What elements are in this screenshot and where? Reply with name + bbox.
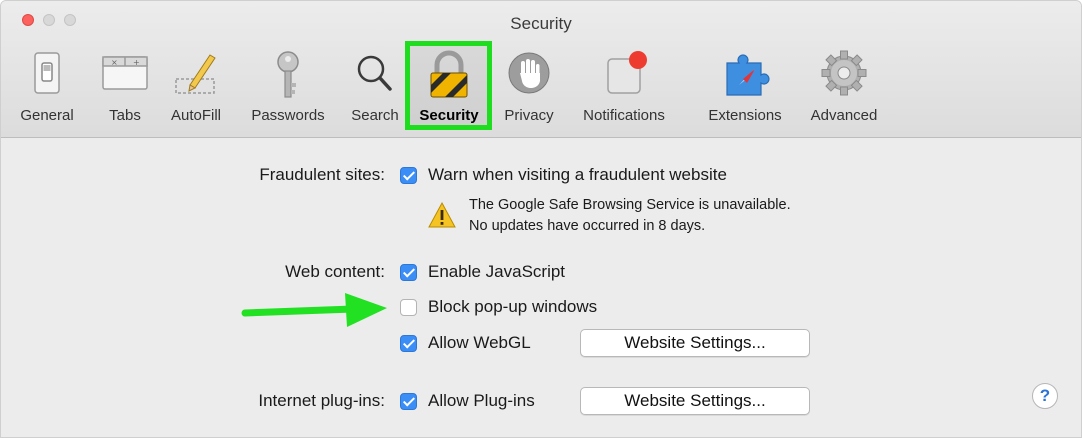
- allow-webgl-label[interactable]: Allow WebGL: [428, 333, 531, 353]
- tab-tabs[interactable]: × + Tabs: [100, 45, 150, 129]
- internet-plugins-label: Internet plug-ins:: [258, 391, 385, 410]
- hand-stop-icon: [508, 52, 550, 94]
- tab-privacy-label: Privacy: [504, 107, 554, 124]
- tab-passwords[interactable]: Passwords: [238, 45, 338, 129]
- tab-autofill[interactable]: AutoFill: [159, 45, 233, 129]
- safe-browsing-warning-line2: No updates have occurred in 8 days.: [469, 218, 706, 234]
- preferences-window: Security General × + Tabs AutoFill Passw…: [0, 0, 1082, 438]
- general-switch-icon: [34, 52, 60, 94]
- key-icon: [277, 51, 299, 98]
- tab-security[interactable]: Security: [409, 45, 489, 129]
- tab-tabs-label: Tabs: [109, 107, 141, 124]
- magnifier-icon: [357, 55, 392, 91]
- window-title: Security: [510, 14, 572, 33]
- tab-search[interactable]: Search: [343, 45, 407, 129]
- tab-privacy[interactable]: Privacy: [497, 45, 561, 129]
- allow-plugins-checkbox[interactable]: [400, 393, 417, 410]
- tab-notifications-label: Notifications: [583, 107, 665, 124]
- fraud-warning-option-label[interactable]: Warn when visiting a fraudulent website: [428, 165, 727, 185]
- web-content-label: Web content:: [285, 262, 385, 281]
- fraud-warning-checkbox[interactable]: [400, 167, 417, 184]
- svg-text:+: +: [133, 58, 140, 67]
- autofill-pencil-icon: [175, 54, 216, 94]
- enable-javascript-checkbox[interactable]: [400, 264, 417, 281]
- puzzle-compass-icon: [726, 54, 770, 96]
- warning-icon: [428, 201, 456, 228]
- tab-notifications[interactable]: Notifications: [567, 45, 681, 129]
- tab-passwords-label: Passwords: [251, 107, 325, 124]
- notification-badge-icon: [607, 51, 647, 94]
- tab-security-label: Security: [419, 107, 479, 124]
- tab-search-label: Search: [351, 107, 399, 124]
- plugins-website-settings-button[interactable]: Website Settings...: [580, 387, 810, 415]
- tabs-window-icon: × +: [102, 56, 148, 90]
- svg-text:×: ×: [111, 58, 118, 67]
- security-settings-pane: Fraudulent sites: Warn when visiting a f…: [1, 138, 1081, 437]
- help-button[interactable]: ?: [1032, 383, 1058, 409]
- safe-browsing-warning-line1: The Google Safe Browsing Service is unav…: [469, 197, 791, 213]
- webgl-website-settings-button[interactable]: Website Settings...: [580, 329, 810, 357]
- tab-advanced-label: Advanced: [810, 107, 878, 124]
- lock-icon: [430, 50, 468, 98]
- annotation-arrow-icon: [241, 293, 387, 327]
- fraudulent-sites-label: Fraudulent sites:: [259, 165, 385, 184]
- tab-advanced[interactable]: Advanced: [799, 45, 889, 129]
- tab-extensions-label: Extensions: [708, 107, 782, 124]
- block-popups-checkbox[interactable]: [400, 299, 417, 316]
- block-popups-label[interactable]: Block pop-up windows: [428, 297, 597, 317]
- tab-general-label: General: [20, 107, 74, 124]
- tab-general[interactable]: General: [17, 45, 77, 129]
- tab-extensions[interactable]: Extensions: [693, 45, 797, 129]
- enable-javascript-label[interactable]: Enable JavaScript: [428, 262, 565, 282]
- tab-autofill-label: AutoFill: [170, 107, 222, 124]
- title-bar: Security General × + Tabs AutoFill Passw…: [1, 1, 1081, 138]
- allow-plugins-label[interactable]: Allow Plug-ins: [428, 391, 535, 411]
- gear-icon: [821, 50, 867, 96]
- allow-webgl-checkbox[interactable]: [400, 335, 417, 352]
